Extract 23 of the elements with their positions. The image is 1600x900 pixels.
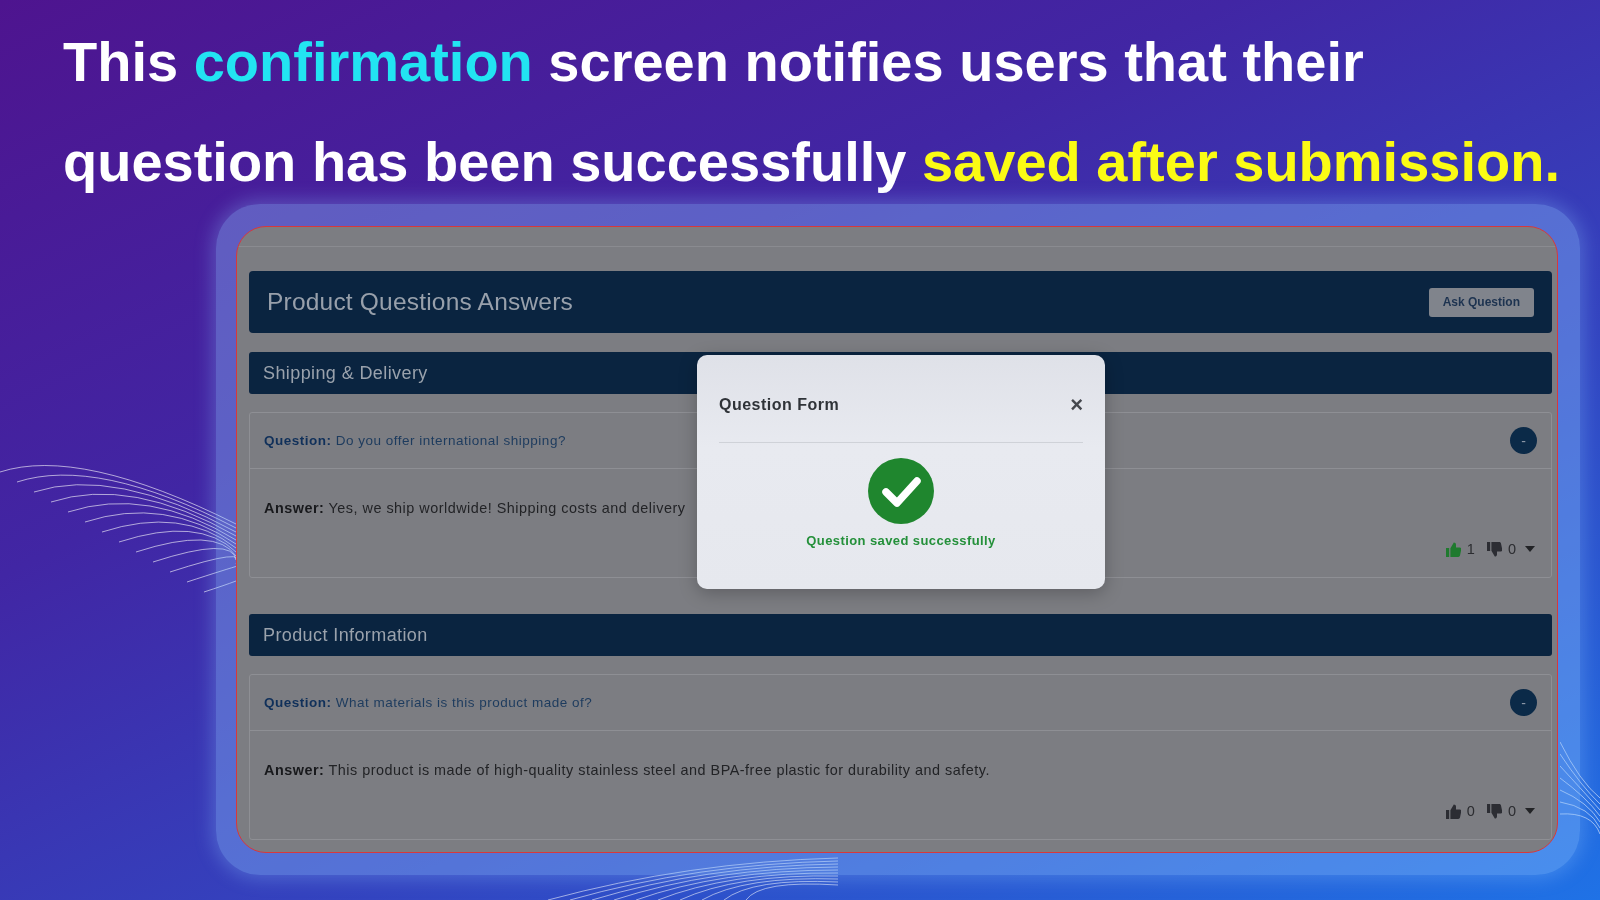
question-text: Question: What materials is this product made of?: [264, 695, 593, 710]
caret-down-icon[interactable]: [1525, 546, 1535, 552]
thumbs-down-icon: [1486, 803, 1502, 819]
headline: This confirmation screen notifies users that their question has been successfully saved after submission.: [63, 29, 1561, 195]
section-title: Shipping & Delivery: [263, 362, 428, 384]
question-text: Question: Do you offer international shipping?: [264, 433, 566, 448]
section-title: Product Information: [263, 624, 428, 646]
dislike-button[interactable]: 0: [1486, 803, 1516, 819]
success-message: Question saved successfully: [806, 532, 996, 550]
collapse-button[interactable]: -: [1510, 427, 1537, 454]
panel-title: Product Questions Answers: [267, 288, 573, 316]
like-button[interactable]: 0: [1445, 803, 1475, 819]
check-circle-icon: [868, 458, 934, 524]
thumbs-down-icon: [1486, 541, 1502, 557]
dislike-button[interactable]: 0: [1486, 541, 1516, 557]
dialog-title: Question Form: [719, 396, 840, 414]
caret-down-icon[interactable]: [1525, 808, 1535, 814]
collapse-button[interactable]: -: [1510, 689, 1537, 716]
ask-question-button[interactable]: Ask Question: [1428, 287, 1534, 317]
like-button[interactable]: 1: [1445, 541, 1475, 557]
answer-text: Answer: This product is made of high-quality stainless steel and BPA-free plastic for durability and safety.: [264, 761, 990, 780]
close-button[interactable]: ×: [1070, 394, 1083, 416]
answer-text: Answer: Yes, we ship worldwide! Shipping costs and delivery: [264, 499, 686, 518]
